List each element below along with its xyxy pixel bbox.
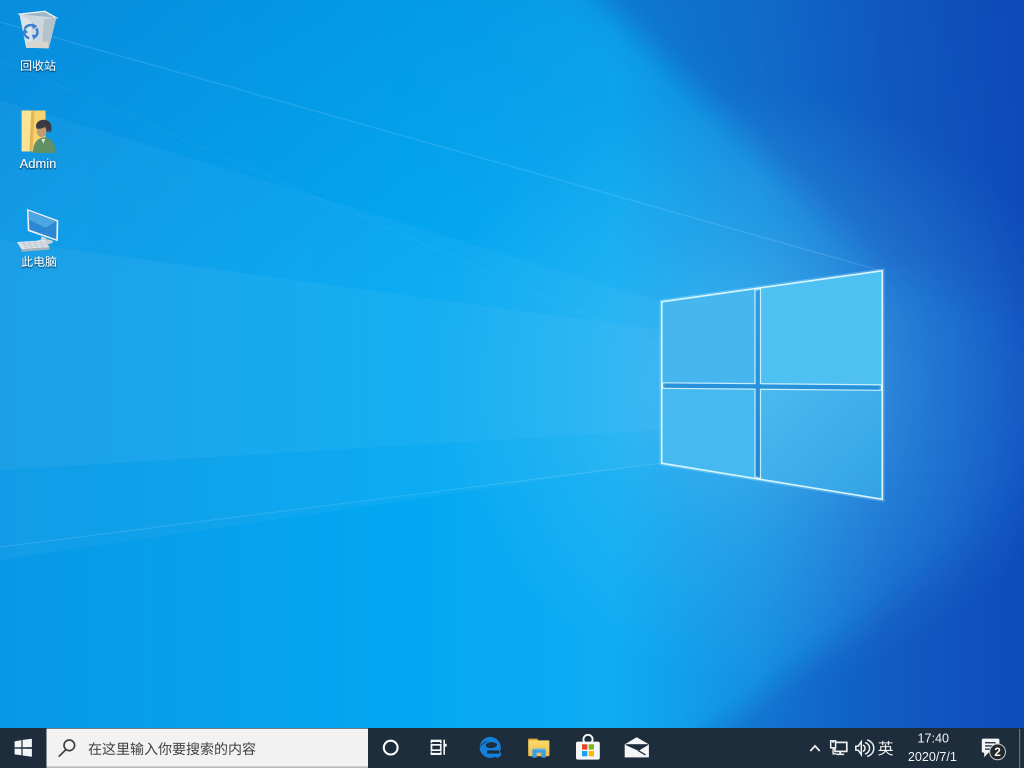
svg-text:Admin: Admin <box>20 156 57 171</box>
svg-text:17:40: 17:40 <box>918 732 950 746</box>
svg-text:2020/7/1: 2020/7/1 <box>908 750 957 764</box>
svg-text:2: 2 <box>994 747 1000 759</box>
